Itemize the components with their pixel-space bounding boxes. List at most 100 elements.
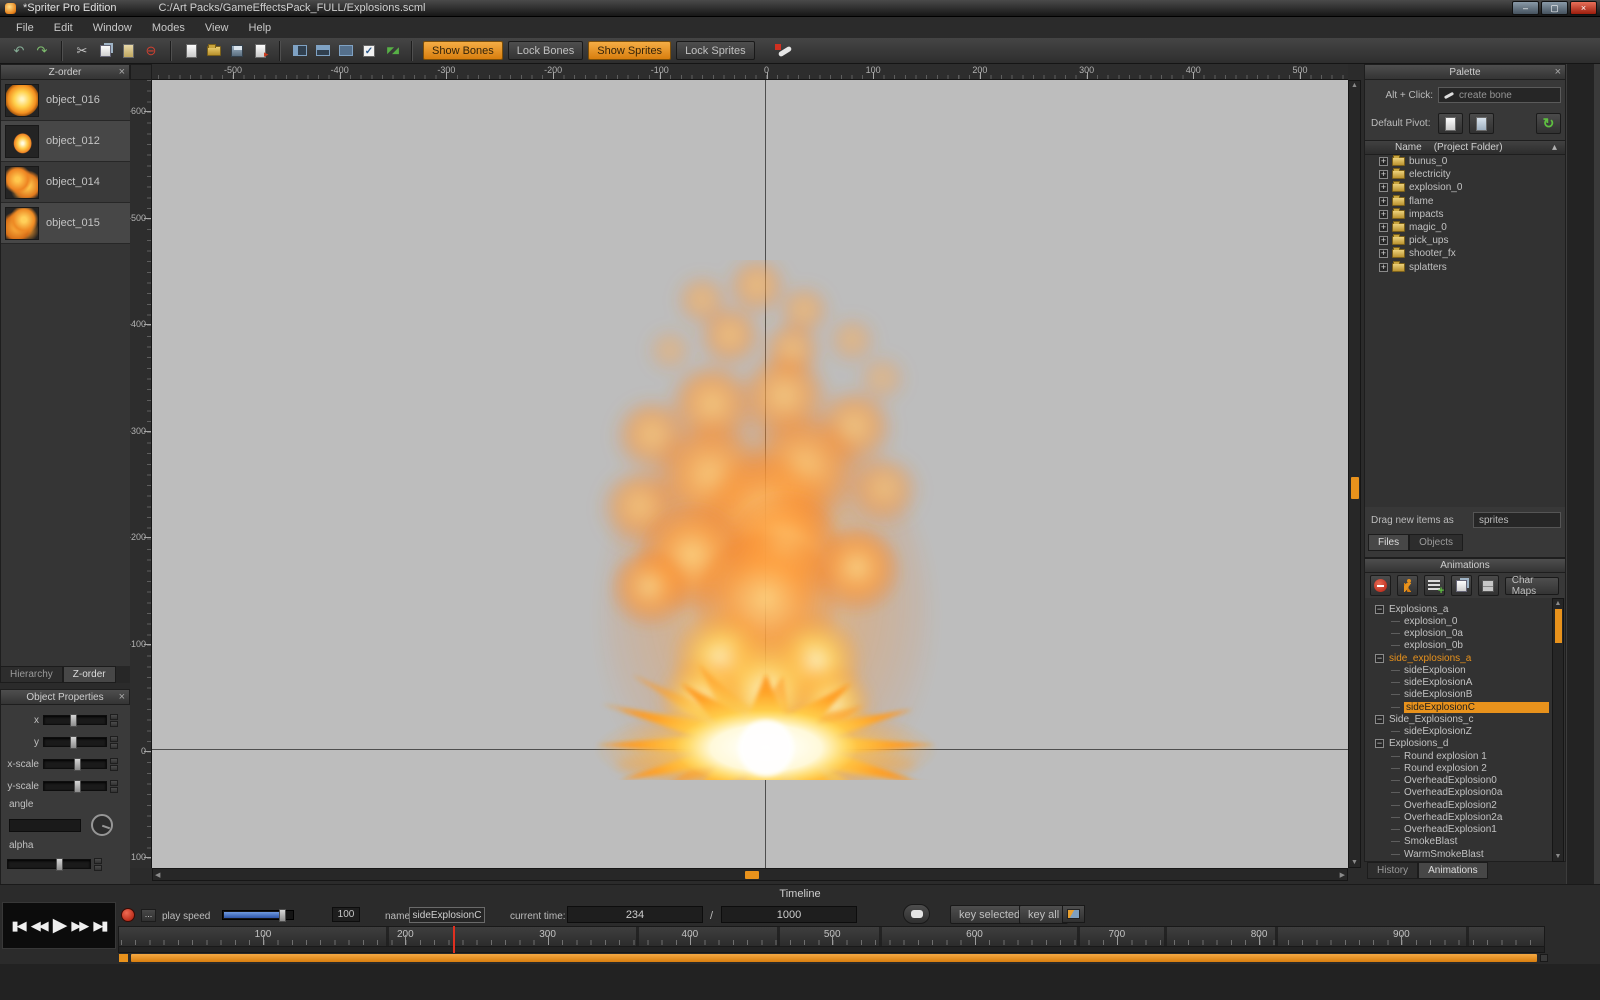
palette-folder-row[interactable]: +splatters <box>1365 261 1565 274</box>
redo-icon[interactable]: ↷ <box>33 42 51 60</box>
create-bone-tool[interactable]: create bone <box>1438 87 1561 103</box>
animation-row[interactable]: −Explosions_a <box>1365 603 1565 615</box>
key-all-button[interactable]: key all <box>1019 905 1068 924</box>
tab-files[interactable]: Files <box>1368 534 1409 551</box>
animation-settings-button[interactable] <box>1478 575 1499 596</box>
tab-zorder[interactable]: Z-order <box>63 666 116 683</box>
canvas-viewport[interactable] <box>152 80 1348 868</box>
zorder-item[interactable]: object_015 <box>1 203 130 244</box>
menu-window[interactable]: Window <box>83 19 142 37</box>
delete-icon[interactable]: ⊖ <box>142 42 160 60</box>
collapse-icon[interactable]: − <box>1375 739 1384 748</box>
fast-forward-button[interactable]: ▶▶ <box>70 918 88 934</box>
scroll-up-icon[interactable]: ▲ <box>1553 600 1563 607</box>
animation-row[interactable]: OverheadExplosion2 <box>1365 799 1565 811</box>
canvas-vertical-scrollbar[interactable]: ▲ ▼ <box>1348 80 1361 868</box>
show-bones-button[interactable]: Show Bones <box>423 41 503 60</box>
expand-icon[interactable]: + <box>1379 210 1388 219</box>
y-slider[interactable] <box>43 737 107 747</box>
palette-folder-row[interactable]: +bunus_0 <box>1365 155 1565 168</box>
animation-row[interactable]: WarmSmokeBlast <box>1365 848 1565 860</box>
zorder-item[interactable]: object_012 <box>1 121 130 162</box>
animation-row[interactable]: explosion_0b <box>1365 640 1565 652</box>
expand-icon[interactable]: + <box>1379 170 1388 179</box>
expand-icon[interactable]: + <box>1379 183 1388 192</box>
scroll-down-icon[interactable]: ▼ <box>1553 853 1563 860</box>
animation-row[interactable]: sideExplosionB <box>1365 689 1565 701</box>
animation-row[interactable]: sideExplosion <box>1365 664 1565 676</box>
x-spinner[interactable] <box>110 714 118 727</box>
scroll-up-icon[interactable]: ▲ <box>1349 82 1360 89</box>
expand-icon[interactable]: + <box>1379 157 1388 166</box>
alpha-spinner[interactable] <box>94 858 102 871</box>
explosion-sprite[interactable] <box>552 260 982 780</box>
key-image-button[interactable] <box>1062 905 1085 923</box>
palette-folder-row[interactable]: +pick_ups <box>1365 234 1565 247</box>
current-time-field[interactable]: 234 <box>567 906 703 923</box>
zorder-item[interactable]: object_014 <box>1 162 130 203</box>
toggle-canvas-panel-icon[interactable] <box>337 42 355 60</box>
scrollbar-thumb[interactable] <box>1555 609 1562 643</box>
bone-tool-icon[interactable] <box>774 42 794 60</box>
scrollbar-thumb[interactable] <box>1351 477 1359 499</box>
palette-folder-row[interactable]: +impacts <box>1365 208 1565 221</box>
collapse-icon[interactable]: − <box>1375 654 1384 663</box>
palette-folder-row[interactable]: +magic_0 <box>1365 221 1565 234</box>
copy-icon[interactable] <box>96 42 114 60</box>
minimize-button[interactable]: – <box>1512 1 1539 15</box>
new-animation-button[interactable] <box>1424 575 1445 596</box>
animation-row[interactable]: −side_explosions_a <box>1365 652 1565 664</box>
menu-modes[interactable]: Modes <box>142 19 195 37</box>
animation-row[interactable]: −Side_Explosions_c <box>1365 713 1565 725</box>
zorder-item[interactable]: object_016 <box>1 80 130 121</box>
alpha-slider[interactable] <box>7 859 91 869</box>
slider-handle[interactable] <box>70 736 77 749</box>
file-tree-header[interactable]: Name (Project Folder) ▴ <box>1365 140 1565 155</box>
playhead[interactable] <box>453 926 455 953</box>
y-scale-slider[interactable] <box>43 781 107 791</box>
slider-handle[interactable] <box>70 714 77 727</box>
expand-icon[interactable]: + <box>1379 236 1388 245</box>
scroll-right-icon[interactable]: ▶ <box>1337 871 1345 879</box>
show-sprites-button[interactable]: Show Sprites <box>588 41 671 60</box>
close-button[interactable]: × <box>1570 1 1597 15</box>
menu-edit[interactable]: Edit <box>44 19 83 37</box>
toggle-left-panel-icon[interactable] <box>291 42 309 60</box>
lock-bones-button[interactable]: Lock Bones <box>508 41 583 60</box>
rewind-button[interactable]: ◀◀ <box>30 918 48 934</box>
key-selected-button[interactable]: key selected <box>950 905 1029 924</box>
drag-items-select[interactable]: sprites <box>1473 512 1561 528</box>
animation-name-field[interactable]: sideExplosionC <box>409 907 485 923</box>
angle-input[interactable] <box>9 819 81 832</box>
slider-handle[interactable] <box>74 758 81 771</box>
record-button[interactable] <box>121 908 135 922</box>
animations-scrollbar[interactable]: ▲ ▼ <box>1552 598 1564 862</box>
panel-splitter[interactable] <box>1594 64 1600 884</box>
expand-icon[interactable]: + <box>1379 249 1388 258</box>
timeline-track[interactable] <box>118 947 1545 953</box>
expand-icon[interactable]: + <box>1379 263 1388 272</box>
cut-icon[interactable]: ✂ <box>73 42 91 60</box>
slider-handle[interactable] <box>56 858 63 871</box>
collapse-icon[interactable]: − <box>1375 605 1384 614</box>
x-slider[interactable] <box>43 715 107 725</box>
palette-folder-row[interactable]: +electricity <box>1365 168 1565 181</box>
animation-row[interactable]: sideExplosionZ <box>1365 726 1565 738</box>
comment-button[interactable] <box>903 904 930 924</box>
tab-history[interactable]: History <box>1367 862 1418 879</box>
titlebar[interactable]: *Spriter Pro Edition C:/Art Packs/GameEf… <box>0 0 1600 17</box>
timeline-ruler[interactable]: 100200300400500600700800900 <box>118 926 1545 947</box>
fullscreen-icon[interactable]: ◤◢ <box>383 42 401 60</box>
play-animation-button[interactable] <box>1397 575 1418 596</box>
expand-icon[interactable]: + <box>1379 223 1388 232</box>
play-speed-value[interactable]: 100 <box>332 907 360 922</box>
new-file-icon[interactable] <box>182 42 200 60</box>
animation-row[interactable]: SmokeBlast <box>1365 836 1565 848</box>
lock-sprites-button[interactable]: Lock Sprites <box>676 41 755 60</box>
pivot-preset-button-2[interactable] <box>1469 113 1494 134</box>
y-scale-spinner[interactable] <box>110 780 118 793</box>
slider-handle[interactable] <box>74 780 81 793</box>
canvas-horizontal-scrollbar[interactable]: ◀ ▶ <box>152 868 1348 881</box>
animation-row[interactable]: OverheadExplosion1 <box>1365 824 1565 836</box>
tab-objects[interactable]: Objects <box>1409 534 1463 551</box>
